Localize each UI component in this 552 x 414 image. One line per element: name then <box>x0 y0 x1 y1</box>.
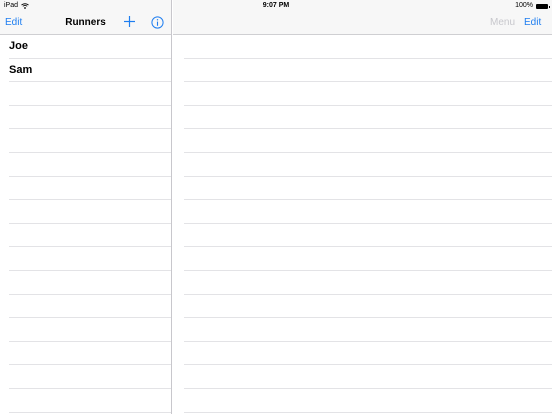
empty-row <box>9 129 171 153</box>
runner-row[interactable]: Joe <box>9 35 171 59</box>
empty-row <box>184 82 552 106</box>
runner-name: Sam <box>9 63 33 76</box>
empty-row <box>9 106 171 130</box>
battery-icon <box>536 3 550 9</box>
plus-icon[interactable] <box>123 15 136 28</box>
empty-row <box>184 342 552 366</box>
empty-row <box>184 389 552 413</box>
empty-row <box>184 247 552 271</box>
empty-row <box>184 318 552 342</box>
status-bar: iPad 9:07 PM 100% <box>0 0 552 12</box>
empty-row <box>9 389 171 413</box>
info-icon[interactable] <box>151 16 164 29</box>
empty-row <box>184 35 552 59</box>
master-pane: Edit Runners Joe Sam <box>0 0 172 414</box>
detail-edit-button[interactable]: Edit <box>524 17 541 29</box>
empty-row <box>9 342 171 366</box>
empty-row <box>9 365 171 389</box>
runner-row[interactable]: Sam <box>9 59 171 83</box>
runner-list: Joe Sam <box>0 35 171 414</box>
empty-row <box>9 271 171 295</box>
empty-row <box>184 153 552 177</box>
empty-row <box>184 271 552 295</box>
ipad-screen: Edit Runners Joe Sam Menu Edit iPad 9:07… <box>0 0 552 414</box>
empty-row <box>184 295 552 319</box>
empty-row <box>9 153 171 177</box>
empty-row <box>9 82 171 106</box>
empty-row <box>9 200 171 224</box>
status-right: 100% <box>515 0 550 12</box>
empty-row <box>9 224 171 248</box>
empty-row <box>184 200 552 224</box>
battery-percent: 100% <box>515 2 533 9</box>
status-time: 9:07 PM <box>262 2 290 9</box>
empty-row <box>184 177 552 201</box>
empty-row <box>9 318 171 342</box>
runner-name: Joe <box>9 40 28 52</box>
empty-row <box>184 365 552 389</box>
empty-row <box>184 129 552 153</box>
empty-row <box>9 295 171 319</box>
empty-row <box>184 224 552 248</box>
menu-button[interactable]: Menu <box>490 17 515 29</box>
detail-pane: Menu Edit <box>173 0 552 414</box>
empty-row <box>9 247 171 271</box>
detail-list <box>173 35 552 414</box>
empty-row <box>184 59 552 83</box>
empty-row <box>184 106 552 130</box>
empty-row <box>9 177 171 201</box>
master-title: Runners <box>65 17 106 28</box>
